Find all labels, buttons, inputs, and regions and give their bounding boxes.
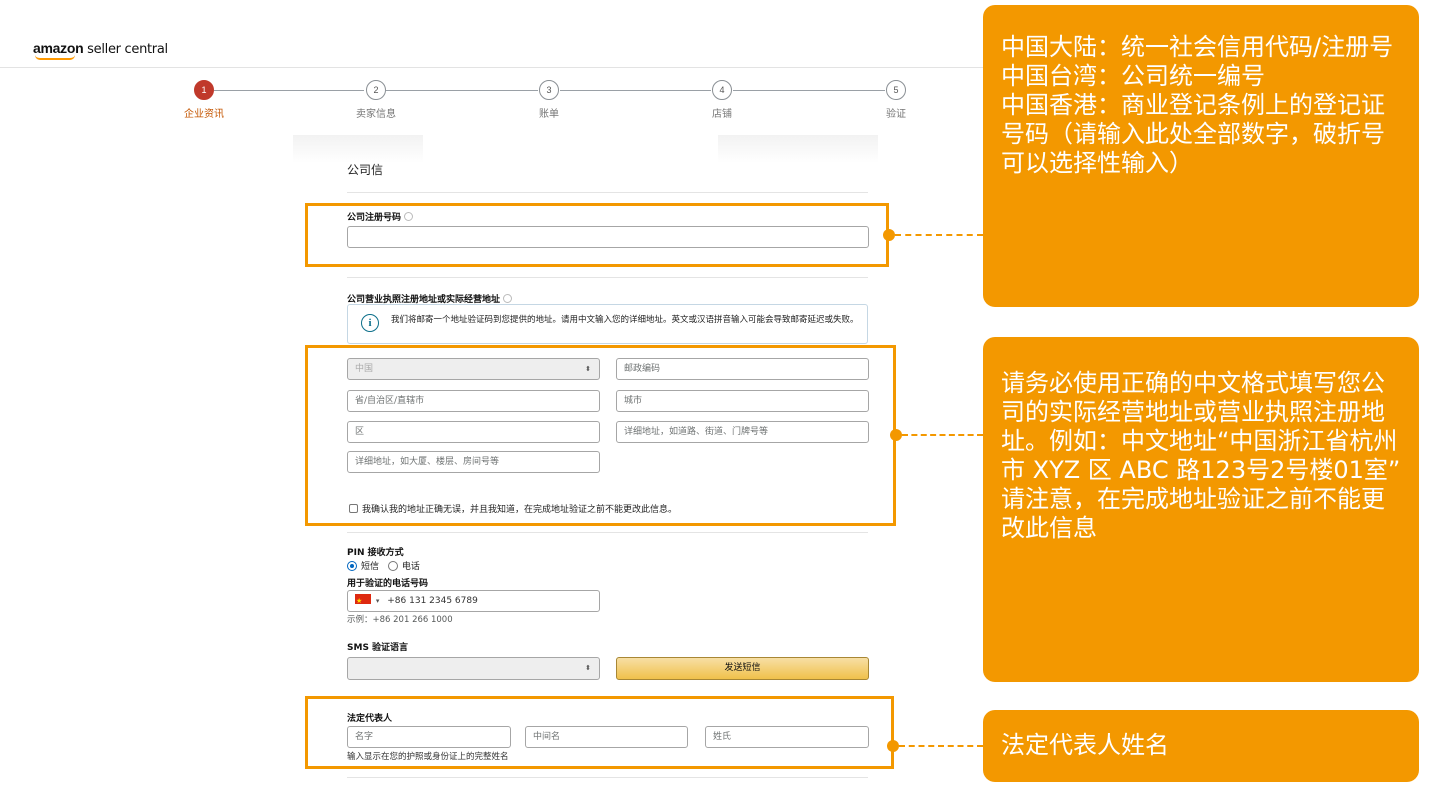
amazon-seller-central-logo[interactable]: amazon seller central	[33, 40, 168, 60]
stepper-connector	[386, 90, 538, 91]
sms-radio-label: 短信	[361, 562, 380, 572]
step-5-label: 验证	[886, 109, 906, 120]
logo-brand: amazon	[33, 40, 84, 56]
sms-radio[interactable]	[347, 561, 357, 571]
amazon-smile-icon	[35, 55, 75, 60]
sms-language-select[interactable]: ⬍	[347, 657, 600, 680]
connector-line	[902, 434, 983, 436]
step-2-label: 卖家信息	[356, 109, 396, 120]
select-arrows-icon: ⬍	[585, 664, 591, 672]
connector-line	[895, 234, 983, 236]
divider	[347, 777, 868, 778]
registration-highlight-box	[305, 203, 889, 267]
phone-number-value: +86 131 2345 6789	[387, 596, 478, 606]
phone-number-label: 用于验证的电话号码	[347, 579, 429, 589]
step-1-label: 企业资讯	[184, 109, 224, 120]
pin-method-label: PIN 接收方式	[347, 548, 404, 558]
dropdown-caret-icon[interactable]: ▾	[376, 597, 380, 605]
pin-method-options: 短信 电话	[347, 559, 420, 572]
top-header: amazon seller central	[0, 0, 1000, 68]
section-title: 公司信	[347, 163, 384, 177]
sms-language-label: SMS 验证语言	[347, 643, 409, 653]
divider	[347, 192, 868, 193]
phone-number-input[interactable]: ▾ +86 131 2345 6789	[347, 590, 600, 612]
connector-dot	[887, 740, 899, 752]
connector-line	[899, 745, 983, 747]
china-flag-icon[interactable]	[355, 591, 371, 611]
connector-dot	[890, 429, 902, 441]
address-info-alert: i 我们将邮寄一个地址验证码到您提供的地址。请用中文输入您的详细地址。英文或汉语…	[347, 304, 868, 344]
divider	[347, 277, 868, 278]
legal-rep-highlight-box	[305, 696, 894, 769]
help-icon[interactable]	[503, 294, 513, 303]
legal-rep-callout: 法定代表人姓名	[983, 710, 1419, 782]
decorative-fade	[718, 135, 878, 163]
step-3-circle[interactable]: 3	[539, 80, 559, 100]
step-3-label: 账单	[539, 109, 559, 120]
decorative-fade	[293, 135, 423, 163]
address-info-text: 我们将邮寄一个地址验证码到您提供的地址。请用中文输入您的详细地址。英文或汉语拼音…	[391, 315, 859, 325]
step-4-label: 店铺	[712, 109, 732, 120]
registration-callout: 中国大陆：统一社会信用代码/注册号 中国台湾：公司统一编号 中国香港：商业登记条…	[983, 5, 1419, 307]
info-icon: i	[361, 314, 379, 332]
address-callout: 请务必使用正确的中文格式填写您公司的实际经营地址或营业执照注册地址。例如：中文地…	[983, 337, 1419, 682]
stepper-connector	[560, 90, 711, 91]
registration-stepper: 1 2 3 4 5 企业资讯 卖家信息 账单 店铺 验证	[0, 80, 1000, 130]
phone-call-radio[interactable]	[387, 561, 398, 571]
step-5-circle[interactable]: 5	[886, 80, 906, 100]
step-4-circle[interactable]: 4	[712, 80, 732, 100]
phone-example: 示例：+86 201 266 1000	[347, 615, 453, 625]
phone-call-radio-label: 电话	[401, 562, 420, 572]
connector-dot	[883, 229, 895, 241]
divider	[347, 532, 868, 533]
send-sms-button[interactable]: 发送短信	[616, 657, 869, 680]
step-1-circle[interactable]: 1	[194, 80, 214, 100]
address-highlight-box	[305, 345, 896, 526]
logo-text: seller central	[83, 42, 168, 57]
step-2-circle[interactable]: 2	[366, 80, 386, 100]
stepper-connector	[214, 90, 364, 91]
stepper-connector	[733, 90, 885, 91]
